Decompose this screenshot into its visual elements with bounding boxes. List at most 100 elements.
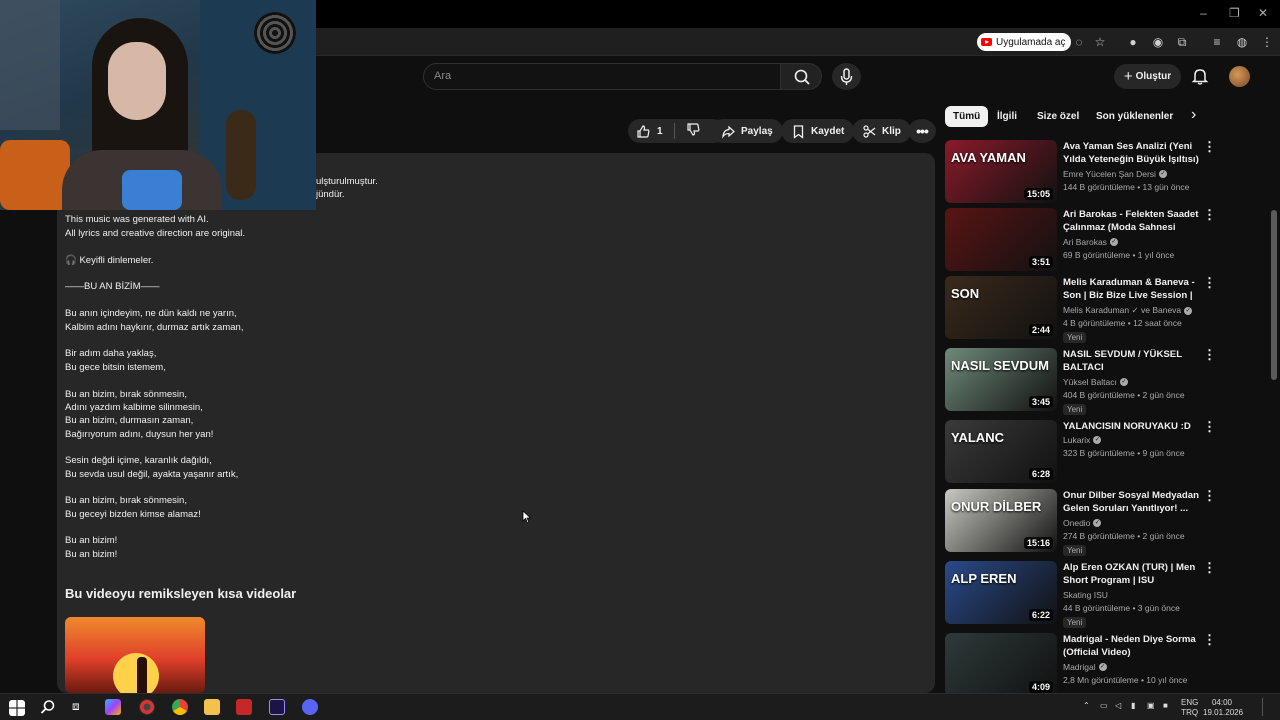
video-thumbnail[interactable]: ALP EREN 6:22 — [945, 561, 1057, 624]
chip-recent[interactable]: Son yüklenenler — [1088, 106, 1181, 127]
recommendation-item[interactable]: ALP EREN 6:22 Alp Eren OZKAN (TUR) | Men S… — [945, 561, 1275, 628]
discord-icon[interactable] — [302, 699, 318, 715]
channel-name[interactable]: Melis Karaduman ✓ ve Baneva ✓ — [1063, 305, 1193, 316]
create-button[interactable]: + Oluştur — [1114, 64, 1181, 89]
chip-related[interactable]: İlgili — [989, 106, 1025, 127]
more-options-icon[interactable]: ⋮ — [1203, 276, 1216, 289]
video-meta: 69 B görüntüleme • 1 yıl önce — [1063, 250, 1175, 260]
recommendation-item[interactable]: 4:09 Madrigal - Neden Diye Sorma (Officia… — [945, 633, 1275, 697]
video-title[interactable]: NASIL SEVDUM / YÜKSEL BALTACI — [1063, 348, 1199, 374]
copilot-icon[interactable] — [105, 699, 121, 715]
more-options-icon[interactable]: ⋮ — [1203, 489, 1216, 502]
video-thumbnail[interactable]: NASIL SEVDUM 3:45 — [945, 348, 1057, 411]
more-options-icon[interactable]: ⋮ — [1203, 561, 1216, 574]
clip-button[interactable]: Klip — [852, 119, 911, 143]
video-thumbnail[interactable]: SON 2:44 — [945, 276, 1057, 339]
chip-for-you[interactable]: Size özel — [1029, 106, 1087, 127]
eye-off-icon[interactable]: ◌ — [1071, 34, 1087, 50]
recommendation-item[interactable]: YALANC 6:28 YALANCISIN NORUYAKU :D Lukarix ✓… — [945, 420, 1275, 484]
thumbs-up-icon — [637, 124, 650, 138]
channel-name[interactable]: Emre Yücelen Şan Dersi ✓ — [1063, 169, 1167, 179]
more-horizontal-icon: ••• — [916, 123, 929, 139]
channel-name[interactable]: Madrigal ✓ — [1063, 662, 1107, 672]
video-thumbnail[interactable]: AVA YAMAN 15:05 — [945, 140, 1057, 203]
short-video-thumbnail[interactable] — [65, 617, 205, 693]
file-explorer-icon[interactable] — [204, 699, 220, 715]
channel-name[interactable]: Ari Barokas ✓ — [1063, 237, 1118, 247]
video-duration: 3:51 — [1028, 256, 1053, 268]
video-meta: 44 B görüntüleme • 3 gün önce — [1063, 603, 1180, 613]
video-title[interactable]: YALANCISIN NORUYAKU :D — [1063, 420, 1199, 433]
page-scrollbar[interactable] — [1270, 100, 1278, 695]
more-options-icon[interactable]: ⋮ — [1203, 633, 1216, 646]
tray-overflow-icon[interactable]: ⌃ — [1083, 701, 1090, 711]
video-title[interactable]: Ari Barokas - Felekten Saadet Çalınmaz (… — [1063, 208, 1199, 234]
browser-menu-icon[interactable]: ⋮ — [1259, 34, 1275, 50]
voice-search-button[interactable] — [832, 63, 861, 90]
profile-icon[interactable]: ◍ — [1234, 34, 1250, 50]
obs-icon[interactable] — [139, 699, 155, 715]
chevron-right-icon[interactable]: › — [1191, 106, 1196, 124]
more-options-icon[interactable]: ⋮ — [1203, 348, 1216, 361]
show-desktop-button[interactable] — [1262, 698, 1272, 716]
video-duration: 15:16 — [1023, 537, 1053, 549]
more-options-icon[interactable]: ⋮ — [1203, 420, 1216, 433]
extensions-icon[interactable]: ⧉ — [1174, 34, 1190, 50]
youtube-icon — [981, 38, 992, 46]
video-title[interactable]: Madrigal - Neden Diye Sorma (Official Vi… — [1063, 633, 1199, 659]
more-actions-button[interactable]: ••• — [908, 119, 936, 143]
clock[interactable]: 04:00 19.01.2026 — [1203, 698, 1243, 718]
search-button[interactable] — [780, 63, 822, 90]
channel-name[interactable]: Lukarix ✓ — [1063, 435, 1102, 445]
channel-name[interactable]: Onedio ✓ — [1063, 518, 1102, 528]
more-options-icon[interactable]: ⋮ — [1203, 140, 1216, 153]
like-button[interactable]: 1 — [636, 124, 663, 139]
recommendation-item[interactable]: SON 2:44 Melis Karaduman & Baneva - Son | … — [945, 276, 1275, 343]
chip-all[interactable]: Tümü — [945, 106, 989, 127]
video-thumbnail[interactable]: YALANC 6:28 — [945, 420, 1057, 483]
maximize-icon[interactable]: ❐ — [1229, 6, 1240, 20]
premiere-pro-icon[interactable] — [269, 699, 285, 715]
video-title[interactable]: Ava Yaman Ses Analizi (Yeni Yılda Yetene… — [1063, 140, 1199, 166]
more-options-icon[interactable]: ⋮ — [1203, 208, 1216, 221]
minimize-icon[interactable]: – — [1200, 6, 1207, 20]
chrome-icon[interactable] — [172, 699, 188, 715]
network-icon[interactable]: ▣ — [1147, 701, 1155, 711]
media-control-icon[interactable]: ≡ — [1209, 34, 1225, 50]
extension-b-icon[interactable]: ◉ — [1150, 34, 1166, 50]
verified-icon: ✓ — [1158, 170, 1167, 178]
avatar[interactable] — [1229, 66, 1250, 87]
save-button[interactable]: Kaydet — [781, 119, 855, 143]
taskbar-search-icon[interactable] — [40, 699, 56, 715]
task-view-icon[interactable]: ⧈ — [72, 699, 88, 715]
video-title[interactable]: Melis Karaduman & Baneva - Son | Biz Biz… — [1063, 276, 1199, 302]
recommendation-item[interactable]: ONUR DİLBER 15:16 Onur Dilber Sosyal Medya… — [945, 489, 1275, 556]
channel-name[interactable]: Skating ISU — [1063, 590, 1108, 600]
share-button[interactable]: Paylaş — [711, 119, 783, 143]
bookmark-star-icon[interactable]: ☆ — [1092, 34, 1108, 50]
verified-icon: ✓ — [1184, 306, 1193, 315]
verified-icon: ✓ — [1098, 663, 1107, 671]
recommendation-item[interactable]: NASIL SEVDUM 3:45 NASIL SEVDUM / YÜKSEL BA… — [945, 348, 1275, 415]
close-icon[interactable]: ✕ — [1258, 6, 1268, 20]
voicemeeter-icon[interactable] — [236, 699, 252, 715]
channel-label: Onedio — [1063, 518, 1091, 528]
recommendation-item[interactable]: 3:51 Ari Barokas - Felekten Saadet Çalınm… — [945, 208, 1275, 272]
notifications-button[interactable] — [1190, 66, 1210, 86]
video-duration: 15:05 — [1023, 188, 1053, 200]
extension-a-icon[interactable]: ● — [1125, 34, 1141, 50]
dislike-button[interactable] — [686, 122, 701, 140]
recommendation-item[interactable]: AVA YAMAN 15:05 Ava Yaman Ses Analizi (Yen… — [945, 140, 1275, 204]
video-title[interactable]: Alp Eren OZKAN (TUR) | Men Short Program… — [1063, 561, 1199, 587]
video-title[interactable]: Onur Dilber Sosyal Medyadan Gelen Sorula… — [1063, 489, 1199, 515]
video-thumbnail[interactable]: 3:51 — [945, 208, 1057, 271]
volume-icon[interactable]: ◁ — [1115, 701, 1121, 711]
search-input[interactable]: Ara — [423, 63, 781, 90]
windows-start-icon[interactable] — [9, 700, 25, 716]
video-thumbnail[interactable]: 4:09 — [945, 633, 1057, 696]
microphone-tray-icon: ▮ — [1131, 701, 1136, 710]
open-in-app-button[interactable]: Uygulamada aç — [977, 33, 1072, 51]
channel-name[interactable]: Yüksel Baltacı ✓ — [1063, 377, 1128, 387]
video-thumbnail[interactable]: ONUR DİLBER 15:16 — [945, 489, 1057, 552]
language-indicator[interactable]: ENG TRQ — [1181, 698, 1198, 718]
